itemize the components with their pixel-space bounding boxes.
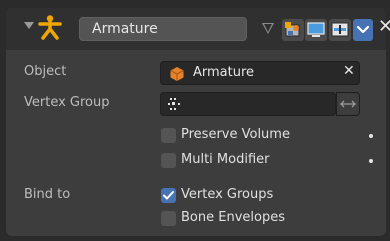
close-icon[interactable]: ✕	[378, 16, 390, 37]
vertex-groups-checkbox[interactable]	[161, 188, 176, 203]
viewport-display-toggle-button[interactable]	[305, 19, 327, 41]
bone-envelopes-checkbox[interactable]	[161, 211, 176, 226]
keyframe-dot-icon[interactable]	[369, 134, 373, 138]
vertex-group-icon	[168, 98, 180, 110]
chevron-down-icon	[356, 25, 370, 34]
clear-object-icon[interactable]: ✕	[343, 63, 355, 79]
multi-modifier-checkbox[interactable]	[161, 153, 176, 168]
preserve-volume-checkbox[interactable]	[161, 128, 176, 143]
render-icon	[331, 22, 349, 37]
viewport-display-icon	[307, 22, 325, 37]
vertex-group-label: Vertex Group	[24, 95, 110, 110]
editmode-toggle-button[interactable]	[282, 19, 304, 41]
preserve-volume-label[interactable]: Preserve Volume	[181, 127, 290, 142]
keyframe-dot-icon[interactable]	[369, 159, 373, 163]
invert-vertex-group-button[interactable]	[336, 92, 360, 116]
bone-envelopes-label[interactable]: Bone Envelopes	[181, 210, 285, 225]
multi-modifier-label[interactable]: Multi Modifier	[181, 152, 269, 167]
checkmark-icon	[163, 191, 174, 200]
modifier-header: Armature ✕	[6, 8, 390, 50]
render-toggle-button[interactable]	[329, 19, 351, 41]
invert-arrows-icon	[340, 100, 356, 108]
modifier-name-field[interactable]: Armature	[79, 17, 247, 41]
editmode-icon	[285, 22, 300, 37]
collapse-triangle-icon[interactable]	[24, 22, 34, 29]
bind-to-label: Bind to	[24, 187, 71, 202]
object-value: Armature	[193, 65, 255, 80]
object-label: Object	[24, 64, 67, 79]
object-field[interactable]: Armature ✕	[160, 61, 360, 85]
armature-modifier-panel: Armature ✕ Object Armature ✕ Vertex Grou…	[6, 8, 390, 236]
vertex-group-field[interactable]	[160, 92, 336, 116]
armature-modifier-icon	[38, 15, 62, 40]
vertex-triangle-inner	[264, 24, 272, 32]
vertex-groups-label[interactable]: Vertex Groups	[181, 187, 273, 202]
modifier-dropdown-button[interactable]	[353, 19, 373, 41]
object-data-icon	[170, 67, 184, 81]
